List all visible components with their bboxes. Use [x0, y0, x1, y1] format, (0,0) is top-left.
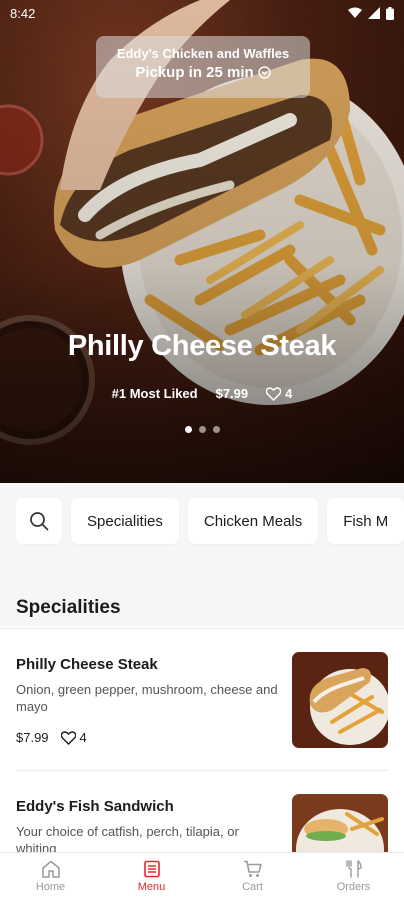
menu-item-description: Onion, green pepper, mushroom, cheese an…: [16, 682, 278, 714]
featured-item-meta: #1 Most Liked $7.99 4: [0, 386, 404, 401]
battery-icon: [386, 6, 394, 20]
carousel-dot[interactable]: [198, 426, 206, 433]
menu-item-name: Eddy's Fish Sandwich: [16, 798, 174, 815]
hero-banner[interactable]: 8:42 Eddy's Chicken and Waffles Pickup i…: [0, 0, 404, 483]
nav-cart-label: Cart: [242, 881, 263, 893]
menu-item[interactable]: Philly Cheese Steak Onion, green pepper,…: [16, 629, 388, 771]
orders-icon: [345, 860, 362, 878]
search-button[interactable]: [16, 498, 62, 544]
pickup-time: Pickup in 25 min: [96, 64, 310, 81]
fish-sandwich-thumbnail: [292, 794, 388, 852]
pickup-info-banner[interactable]: Eddy's Chicken and Waffles Pickup in 25 …: [96, 36, 310, 98]
carousel-dot[interactable]: [212, 426, 220, 433]
menu-icon: [143, 860, 160, 878]
category-chip-fish-meals[interactable]: Fish M: [327, 498, 404, 544]
featured-likes[interactable]: 4: [266, 386, 292, 401]
heart-icon: [60, 730, 76, 745]
menu-item-image[interactable]: [292, 794, 388, 852]
nav-home[interactable]: Home: [0, 853, 101, 900]
menu-item-likes[interactable]: 4: [60, 730, 87, 745]
bottom-nav: Home Menu Cart Orders: [0, 852, 404, 900]
menu-item-price-row: $7.99 4: [16, 730, 87, 745]
featured-badge: #1 Most Liked: [111, 386, 198, 401]
signal-icon: [368, 7, 380, 19]
menu-list: Philly Cheese Steak Onion, green pepper,…: [0, 628, 404, 852]
heart-icon: [266, 386, 282, 401]
home-icon: [41, 860, 60, 878]
cart-icon: [243, 860, 262, 877]
status-icons: [348, 6, 394, 20]
menu-item-price: $7.99: [16, 730, 49, 745]
restaurant-name: Eddy's Chicken and Waffles: [116, 46, 290, 61]
search-icon: [30, 512, 49, 531]
carousel-dot[interactable]: [184, 426, 192, 433]
nav-orders-label: Orders: [336, 881, 371, 893]
nav-menu-label: Menu: [137, 881, 166, 893]
menu-item-description: Your choice of catfish, perch, tilapia, …: [16, 824, 239, 852]
featured-likes-count: 4: [285, 386, 293, 401]
nav-cart[interactable]: Cart: [202, 853, 303, 900]
philly-steak-thumbnail: [292, 652, 388, 748]
pickup-time-label: Pickup in 25 min: [135, 64, 254, 81]
menu-item-likes-count: 4: [79, 730, 87, 745]
category-chip-specialities[interactable]: Specialities: [71, 498, 179, 544]
menu-item-image[interactable]: [292, 652, 388, 748]
nav-home-label: Home: [35, 881, 66, 893]
featured-item-title: Philly Cheese Steak: [67, 330, 337, 362]
featured-price: $7.99: [215, 386, 249, 401]
chevron-down-icon: [257, 66, 271, 79]
nav-menu[interactable]: Menu: [101, 853, 202, 900]
section-gap: [0, 567, 404, 587]
section-title: Specialities: [16, 597, 121, 618]
category-chip-chicken-meals[interactable]: Chicken Meals: [187, 498, 319, 544]
status-time: 8:42: [10, 5, 36, 21]
menu-item-name: Philly Cheese Steak: [16, 656, 158, 673]
nav-orders[interactable]: Orders: [303, 853, 404, 900]
wifi-icon: [348, 7, 362, 18]
status-bar: 8:42: [0, 0, 404, 26]
carousel-dots[interactable]: [0, 426, 404, 433]
menu-item[interactable]: Eddy's Fish Sandwich Your choice of catf…: [16, 771, 388, 852]
category-bar: Specialities Chicken Meals Fish M: [0, 483, 404, 567]
